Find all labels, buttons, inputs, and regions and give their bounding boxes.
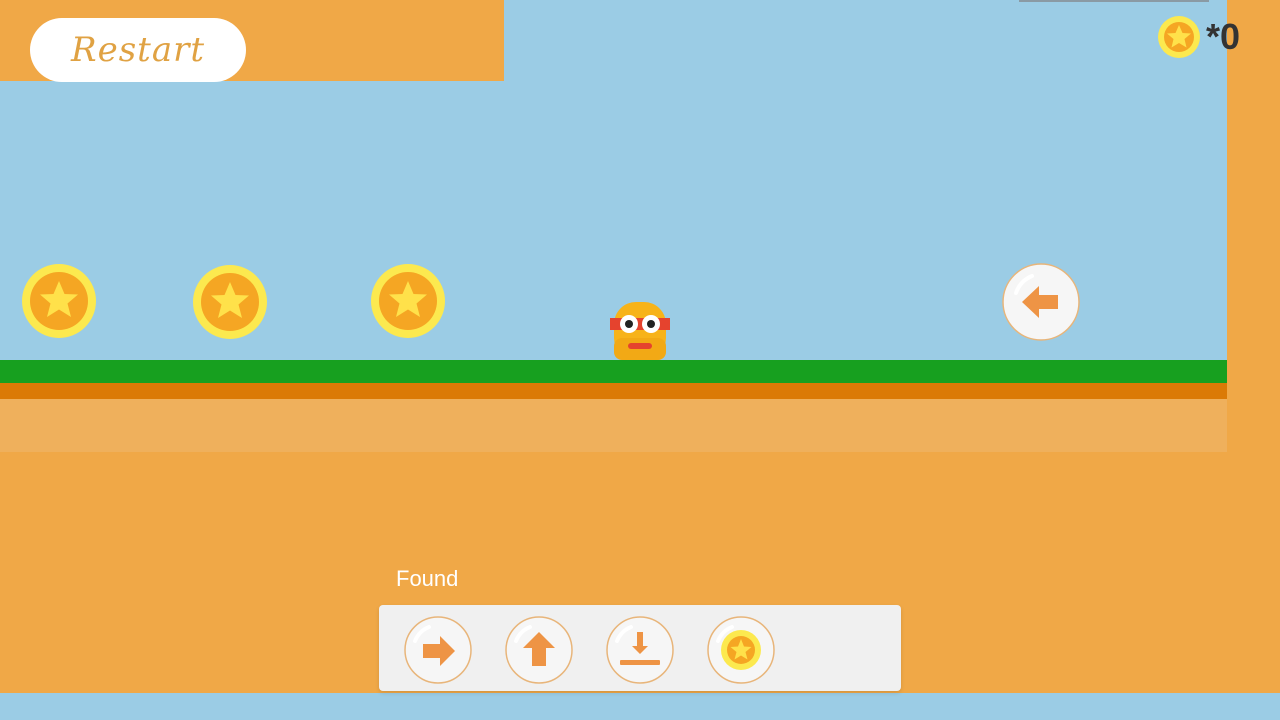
- ground-dirt: [0, 383, 1227, 399]
- found-label: Found: [396, 566, 459, 591]
- top-edge-tab: [1019, 0, 1209, 2]
- up-arrow-icon: [505, 616, 573, 684]
- right-arrow-button[interactable]: [403, 615, 473, 690]
- ground-sand: [0, 399, 1227, 452]
- up-arrow-button[interactable]: [504, 615, 574, 690]
- restart-label: Restart: [70, 30, 206, 70]
- left-arrow-pickup: [1002, 263, 1080, 346]
- star-coin-icon: [22, 264, 96, 343]
- down-arrow-button[interactable]: [605, 615, 675, 690]
- restart-button[interactable]: Restart: [30, 18, 246, 82]
- player-character: [610, 300, 672, 365]
- star-coin-icon: [371, 264, 445, 343]
- down-arrow-icon: [606, 616, 674, 684]
- left-arrow-icon: [1002, 263, 1080, 341]
- star-coin-icon: [193, 265, 267, 344]
- star-coin-icon: [707, 616, 775, 684]
- star-coin-icon: [1158, 16, 1200, 63]
- bottom-strip: [0, 693, 1280, 720]
- star-coin-button[interactable]: [706, 615, 776, 690]
- right-arrow-icon: [404, 616, 472, 684]
- coin-count: *0: [1206, 16, 1241, 57]
